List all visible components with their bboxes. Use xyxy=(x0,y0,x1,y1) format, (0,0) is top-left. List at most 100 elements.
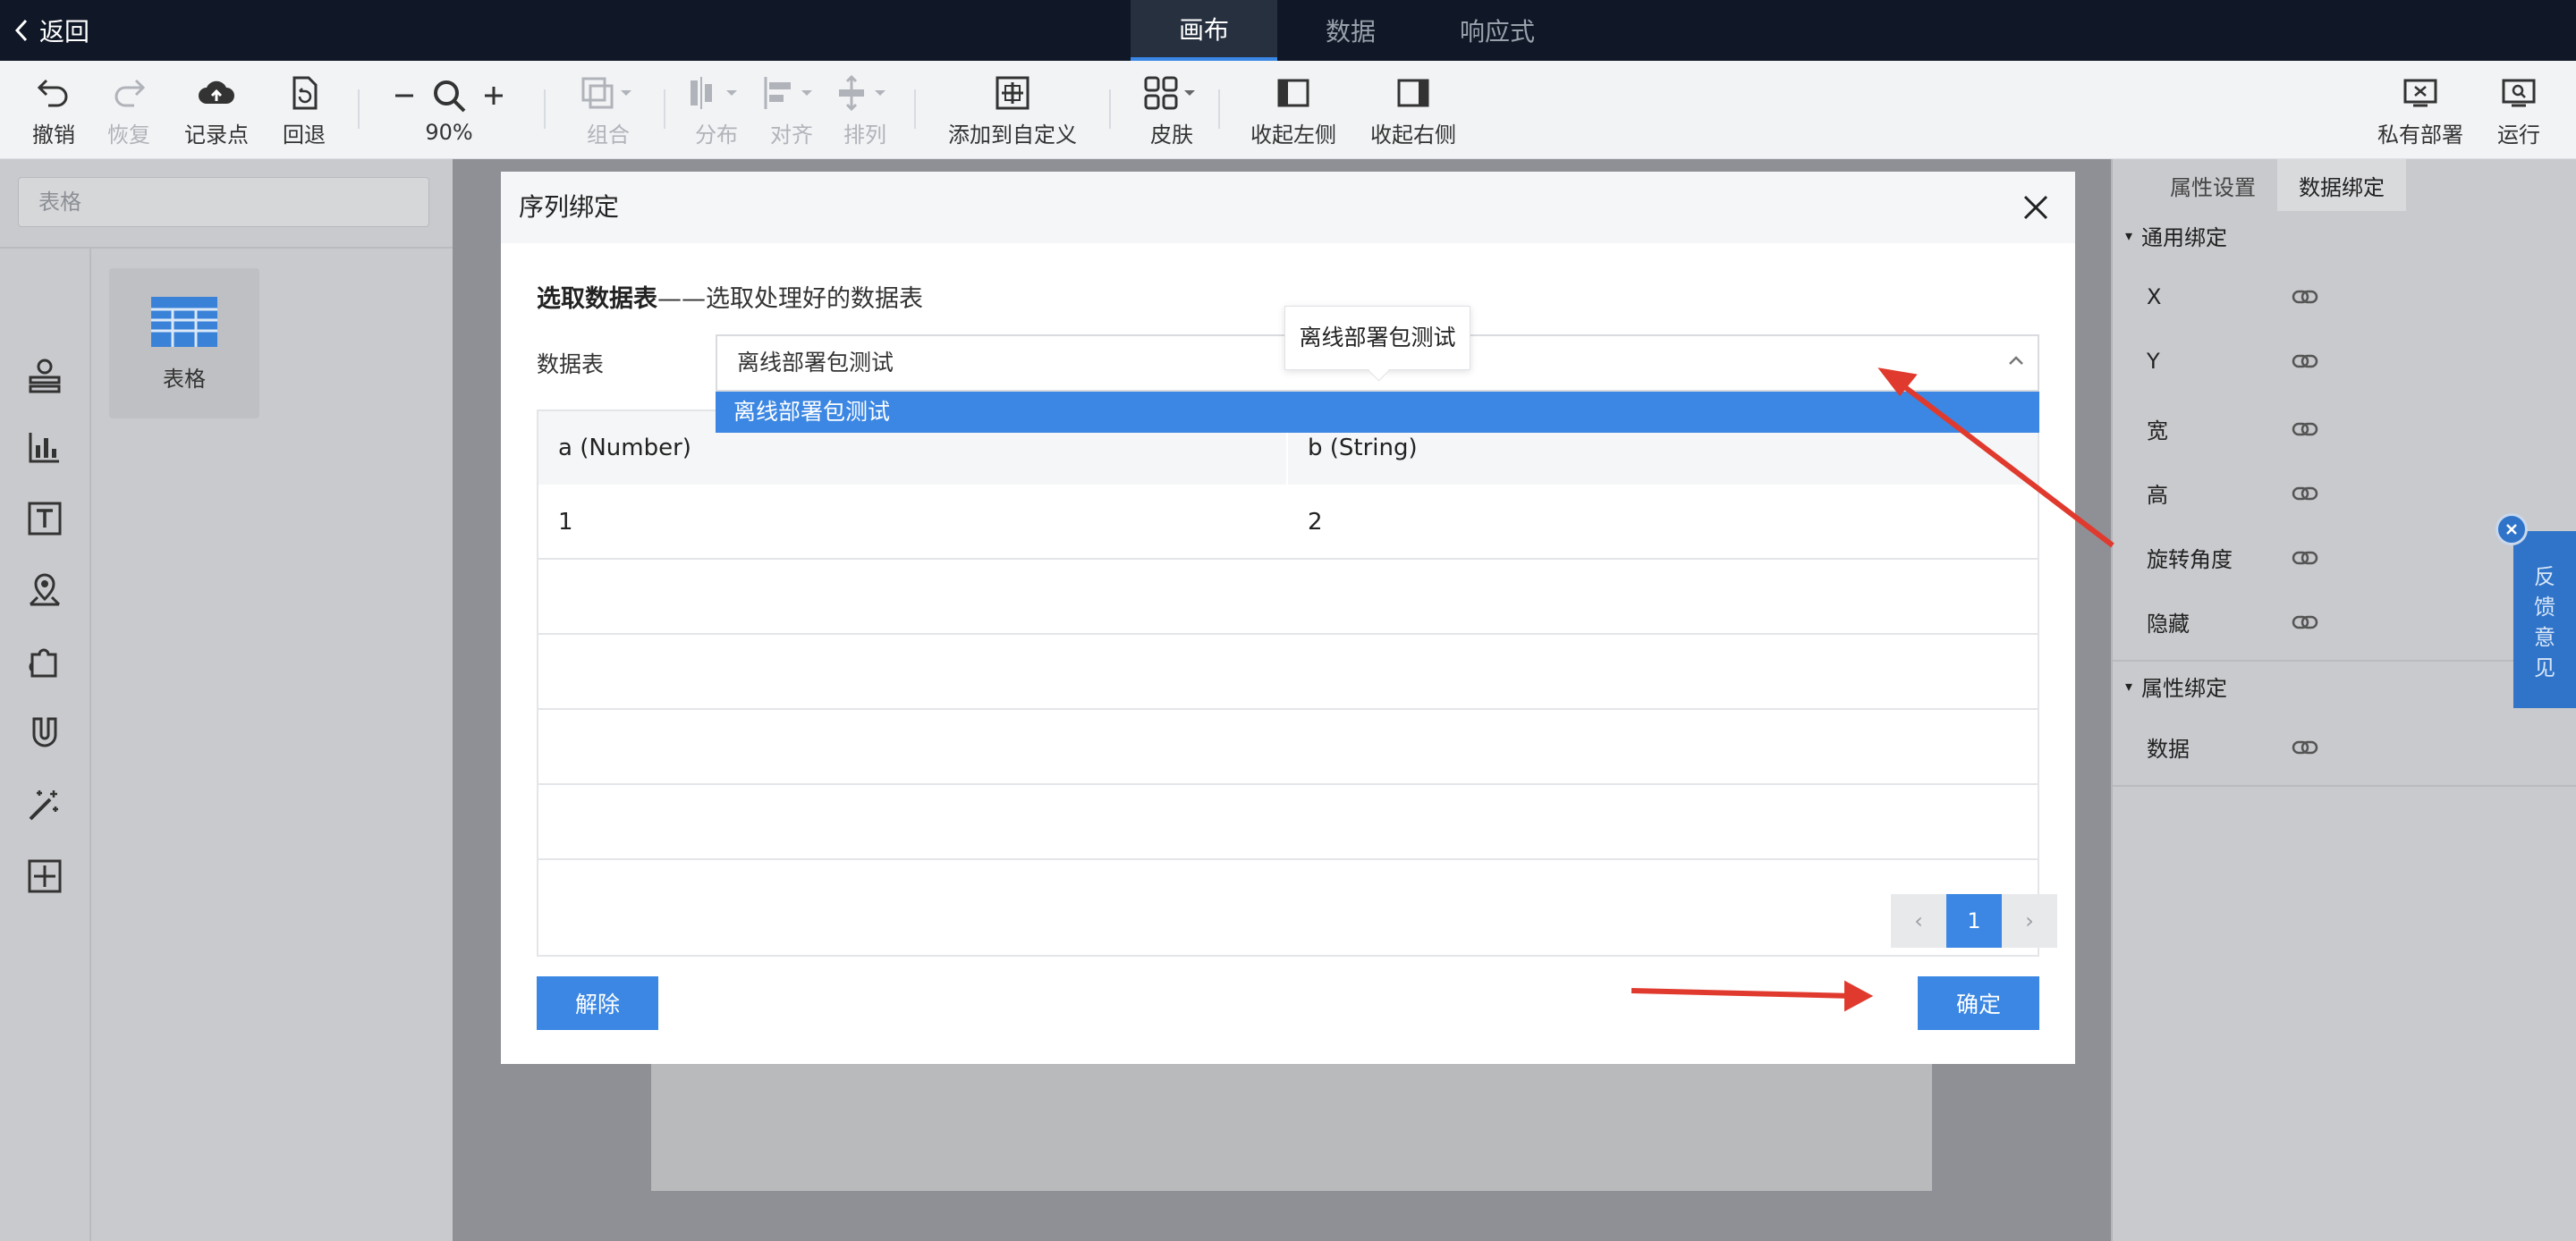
link-icon[interactable] xyxy=(2292,610,2318,635)
undo-label: 撤销 xyxy=(32,122,75,148)
component-table-label: 表格 xyxy=(163,366,206,392)
link-icon[interactable] xyxy=(2292,481,2318,506)
page-button-current[interactable]: 1 xyxy=(1946,894,2002,948)
tab-canvas[interactable]: 画布 xyxy=(1131,0,1277,61)
binding-label: 宽 xyxy=(2147,418,2168,443)
collapse-right-icon xyxy=(1397,79,1429,106)
select-value: 离线部署包测试 xyxy=(737,350,894,376)
link-icon[interactable] xyxy=(2292,417,2318,442)
panel-tabs: 属性设置 数据绑定 xyxy=(2113,159,2576,211)
redo-label: 恢复 xyxy=(107,122,150,148)
add-custom-button[interactable]: 添加到自定义 xyxy=(948,61,1077,159)
arrange-button[interactable]: 排列 xyxy=(835,61,894,159)
arrange-icon xyxy=(839,74,886,111)
feedback-label: 反馈意见 xyxy=(2534,564,2555,680)
close-icon[interactable] xyxy=(2020,191,2052,224)
category-icon-bar xyxy=(0,249,91,1241)
table-field-label: 数据表 xyxy=(537,351,605,377)
tab-property-settings[interactable]: 属性设置 xyxy=(2148,159,2277,211)
skin-button[interactable]: 皮肤 xyxy=(1143,61,1200,159)
feedback-button[interactable]: 反馈意见 xyxy=(2513,531,2576,708)
align-button[interactable]: 对齐 xyxy=(762,61,821,159)
zoom-in-icon[interactable] xyxy=(483,85,504,106)
binding-row-data: 数据 xyxy=(2147,731,2318,763)
dialog-subtitle: 选取数据表——选取处理好的数据表 xyxy=(537,279,923,314)
distribute-icon xyxy=(691,76,737,109)
zoom-out-icon[interactable] xyxy=(394,85,415,106)
redo-icon xyxy=(114,79,146,106)
category-basic-icon[interactable] xyxy=(25,356,64,395)
group-label: 组合 xyxy=(587,122,630,148)
option-tooltip: 离线部署包测试 xyxy=(1284,306,1470,370)
tab-responsive[interactable]: 响应式 xyxy=(1424,0,1571,61)
tab-data[interactable]: 数据 xyxy=(1277,0,1424,61)
feedback-close-icon[interactable] xyxy=(2496,513,2528,545)
unbind-button[interactable]: 解除 xyxy=(537,976,658,1030)
undo-button[interactable]: 撤销 xyxy=(32,61,75,159)
rollback-label: 回退 xyxy=(283,122,326,148)
column-header: a (Number) xyxy=(558,435,691,461)
binding-row-rotation: 旋转角度 xyxy=(2147,542,2318,573)
binding-row-height: 高 xyxy=(2147,477,2318,509)
general-binding-section[interactable]: ▾ 通用绑定 xyxy=(2125,220,2227,251)
distribute-button[interactable]: 分布 xyxy=(687,61,746,159)
redo-button[interactable]: 恢复 xyxy=(107,61,150,159)
add-custom-icon xyxy=(996,76,1030,109)
prev-page-button[interactable]: ‹ xyxy=(1891,894,1946,948)
dialog-title: 序列绑定 xyxy=(519,192,620,222)
collapse-right-button[interactable]: 收起右侧 xyxy=(1370,61,1456,159)
attribute-binding-section[interactable]: ▾ 属性绑定 xyxy=(2125,671,2227,702)
category-plugin-icon[interactable] xyxy=(25,642,64,681)
collapse-left-button[interactable]: 收起左侧 xyxy=(1250,61,1336,159)
table-row-empty xyxy=(538,785,2038,860)
category-magic-icon[interactable] xyxy=(25,785,64,824)
group-icon xyxy=(581,77,631,108)
run-button[interactable]: 运行 xyxy=(2497,61,2540,159)
back-button[interactable]: 返回 xyxy=(14,0,89,61)
chevron-left-icon xyxy=(14,19,28,42)
chevron-up-icon xyxy=(2009,356,2023,365)
component-search-input[interactable]: 表格 xyxy=(18,177,429,227)
dropdown-option[interactable]: 离线部署包测试 xyxy=(716,392,2039,433)
binding-row-width: 宽 xyxy=(2147,413,2318,444)
top-navbar: 返回 画布 数据 响应式 xyxy=(0,0,2576,61)
binding-label: 数据 xyxy=(2147,737,2190,762)
skin-grid-icon xyxy=(1144,76,1195,109)
pagination: ‹ 1 › xyxy=(1891,894,2057,948)
zoom-control: 90% xyxy=(394,61,504,159)
link-icon[interactable] xyxy=(2292,735,2318,760)
component-panel: 表格 表格 xyxy=(0,159,453,1241)
category-chart-icon[interactable] xyxy=(25,427,64,467)
table-icon xyxy=(151,296,217,347)
binding-row-y: Y xyxy=(2147,349,2318,374)
tab-data-binding[interactable]: 数据绑定 xyxy=(2277,159,2406,211)
category-text-icon[interactable] xyxy=(25,499,64,538)
category-magnet-icon[interactable] xyxy=(25,713,64,753)
category-map-icon[interactable] xyxy=(25,570,64,610)
link-icon[interactable] xyxy=(2292,284,2318,309)
skin-label: 皮肤 xyxy=(1150,122,1193,148)
subtitle-bold: 选取数据表 xyxy=(537,285,657,313)
private-deploy-button[interactable]: 私有部署 xyxy=(2377,61,2463,159)
record-button[interactable]: 记录点 xyxy=(184,61,249,159)
binding-label: Y xyxy=(2147,349,2160,374)
link-icon[interactable] xyxy=(2292,349,2318,374)
table-row-empty xyxy=(538,710,2038,785)
zoom-level: 90% xyxy=(425,120,473,145)
chevron-down-icon: ▾ xyxy=(2125,227,2133,244)
private-deploy-label: 私有部署 xyxy=(2377,122,2463,148)
component-table-tile[interactable]: 表格 xyxy=(109,268,259,418)
properties-panel: 属性设置 数据绑定 ▾ 通用绑定 X Y 宽 高 旋转角度 隐藏 ▾ 属性绑定 … xyxy=(2111,159,2576,1241)
section-label: 属性绑定 xyxy=(2141,676,2228,701)
confirm-button[interactable]: 确定 xyxy=(1918,976,2039,1030)
table-cell: 2 xyxy=(1308,509,1323,536)
dialog-header: 序列绑定 xyxy=(501,172,2075,243)
binding-label: 旋转角度 xyxy=(2147,547,2233,572)
group-button[interactable]: 组合 xyxy=(580,61,637,159)
next-page-button[interactable]: › xyxy=(2002,894,2057,948)
main-tabs: 画布 数据 响应式 xyxy=(1131,0,1571,61)
link-icon[interactable] xyxy=(2292,545,2318,570)
rollback-button[interactable]: 回退 xyxy=(283,61,326,159)
category-custom-icon[interactable] xyxy=(25,857,64,896)
canvas-page[interactable] xyxy=(651,1064,1932,1191)
